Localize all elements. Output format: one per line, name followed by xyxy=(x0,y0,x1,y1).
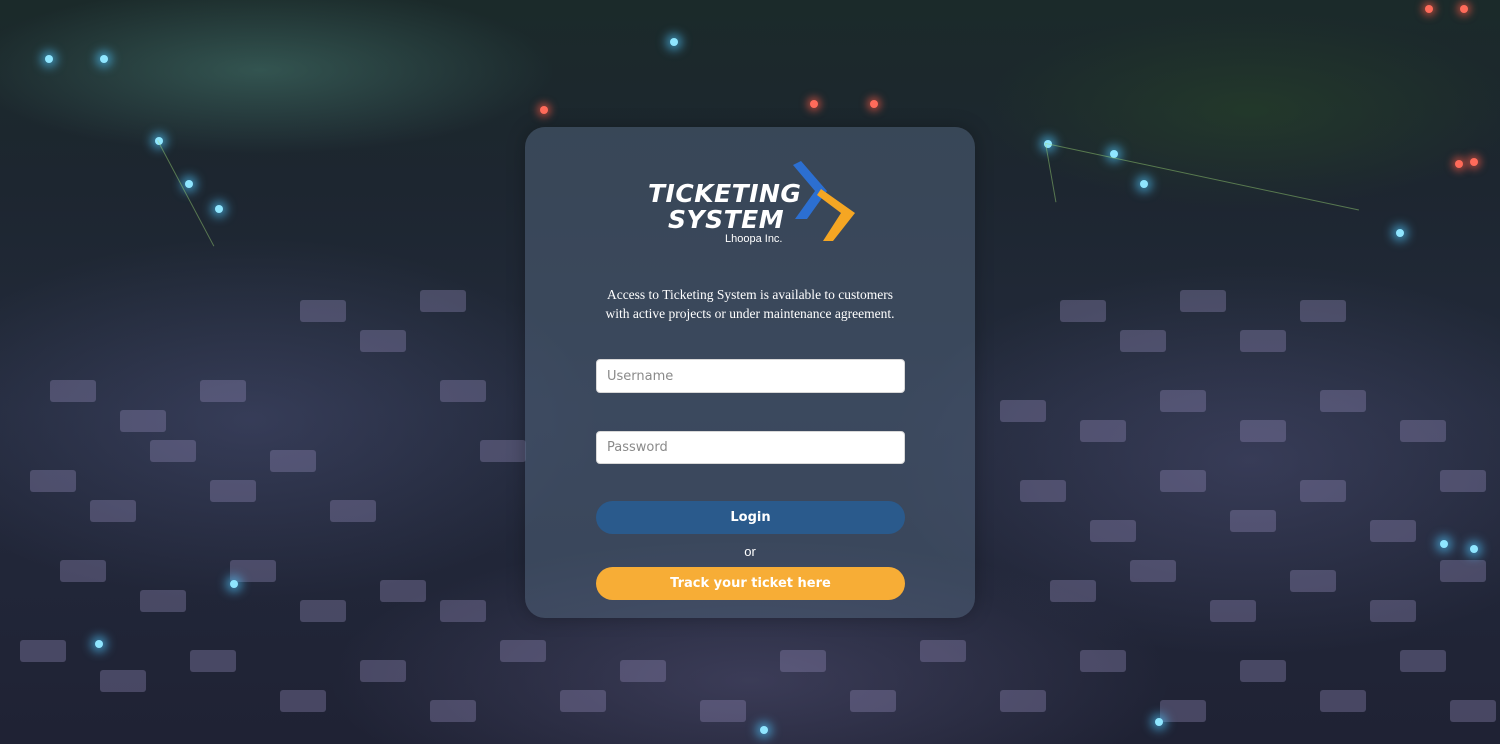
city-light xyxy=(1460,5,1468,13)
login-button[interactable]: Login xyxy=(596,501,905,534)
city-light xyxy=(870,100,878,108)
city-light xyxy=(185,180,193,188)
house-roof xyxy=(700,700,746,722)
city-light xyxy=(1470,158,1478,166)
house-roof xyxy=(430,700,476,722)
city-light xyxy=(670,38,678,46)
ticketing-system-logo: TICKETING SYSTEM Lhoopa Inc. xyxy=(645,159,855,249)
house-roof xyxy=(1300,300,1346,322)
house-roof xyxy=(1000,400,1046,422)
city-light xyxy=(1455,160,1463,168)
city-light xyxy=(1470,545,1478,553)
house-roof xyxy=(120,410,166,432)
house-roof xyxy=(1050,580,1096,602)
house-roof xyxy=(1120,330,1166,352)
house-roof xyxy=(1370,600,1416,622)
chevron-logo-icon xyxy=(793,161,855,241)
house-roof xyxy=(1080,420,1126,442)
city-light xyxy=(1155,718,1163,726)
house-roof xyxy=(140,590,186,612)
house-roof xyxy=(380,580,426,602)
logo-company: Lhoopa Inc. xyxy=(725,233,783,245)
house-roof xyxy=(300,600,346,622)
house-roof xyxy=(850,690,896,712)
house-roof xyxy=(1400,420,1446,442)
logo-title-line2: SYSTEM xyxy=(668,205,785,234)
city-light xyxy=(100,55,108,63)
password-input[interactable] xyxy=(596,431,905,464)
city-light xyxy=(540,106,548,114)
house-roof xyxy=(150,440,196,462)
city-light xyxy=(810,100,818,108)
house-roof xyxy=(1450,700,1496,722)
house-roof xyxy=(1130,560,1176,582)
house-roof xyxy=(100,670,146,692)
city-light xyxy=(1396,229,1404,237)
city-light xyxy=(215,205,223,213)
house-roof xyxy=(60,560,106,582)
city-light xyxy=(1140,180,1148,188)
city-light xyxy=(760,726,768,734)
house-roof xyxy=(1290,570,1336,592)
track-ticket-button[interactable]: Track your ticket here xyxy=(596,567,905,600)
city-light xyxy=(45,55,53,63)
house-roof xyxy=(360,660,406,682)
house-roof xyxy=(1320,690,1366,712)
house-roof xyxy=(20,640,66,662)
city-light xyxy=(1425,5,1433,13)
house-roof xyxy=(1400,650,1446,672)
or-separator: or xyxy=(744,544,756,559)
house-roof xyxy=(1210,600,1256,622)
house-roof xyxy=(420,290,466,312)
house-roof xyxy=(1060,300,1106,322)
access-notice: Access to Ticketing System is available … xyxy=(565,285,935,323)
house-roof xyxy=(1300,480,1346,502)
house-roof xyxy=(1160,390,1206,412)
house-roof xyxy=(560,690,606,712)
city-light xyxy=(230,580,238,588)
username-input[interactable] xyxy=(596,359,905,393)
house-roof xyxy=(1020,480,1066,502)
house-roof xyxy=(190,650,236,672)
house-roof xyxy=(440,380,486,402)
access-notice-line1: Access to Ticketing System is available … xyxy=(606,287,894,302)
house-roof xyxy=(620,660,666,682)
house-roof xyxy=(1230,510,1276,532)
house-roof xyxy=(1080,650,1126,672)
house-roof xyxy=(1090,520,1136,542)
house-roof xyxy=(1000,690,1046,712)
house-roof xyxy=(1240,660,1286,682)
house-roof xyxy=(50,380,96,402)
house-roof xyxy=(1180,290,1226,312)
access-notice-line2: with active projects or under maintenanc… xyxy=(605,306,895,321)
house-roof xyxy=(1320,390,1366,412)
house-roof xyxy=(200,380,246,402)
house-roof xyxy=(1160,470,1206,492)
house-roof xyxy=(1160,700,1206,722)
city-light xyxy=(95,640,103,648)
house-roof xyxy=(1440,470,1486,492)
logo-title-line1: TICKETING xyxy=(648,179,802,208)
house-roof xyxy=(330,500,376,522)
house-roof xyxy=(480,440,526,462)
house-roof xyxy=(920,640,966,662)
login-card: TICKETING SYSTEM Lhoopa Inc. Access to T… xyxy=(525,127,975,618)
house-roof xyxy=(1440,560,1486,582)
house-roof xyxy=(1240,330,1286,352)
house-roof xyxy=(210,480,256,502)
house-roof xyxy=(1240,420,1286,442)
house-roof xyxy=(230,560,276,582)
city-light xyxy=(1440,540,1448,548)
house-roof xyxy=(440,600,486,622)
house-roof xyxy=(270,450,316,472)
house-roof xyxy=(1370,520,1416,542)
house-roof xyxy=(30,470,76,492)
house-roof xyxy=(280,690,326,712)
house-roof xyxy=(360,330,406,352)
house-roof xyxy=(780,650,826,672)
house-roof xyxy=(90,500,136,522)
house-roof xyxy=(300,300,346,322)
house-roof xyxy=(500,640,546,662)
